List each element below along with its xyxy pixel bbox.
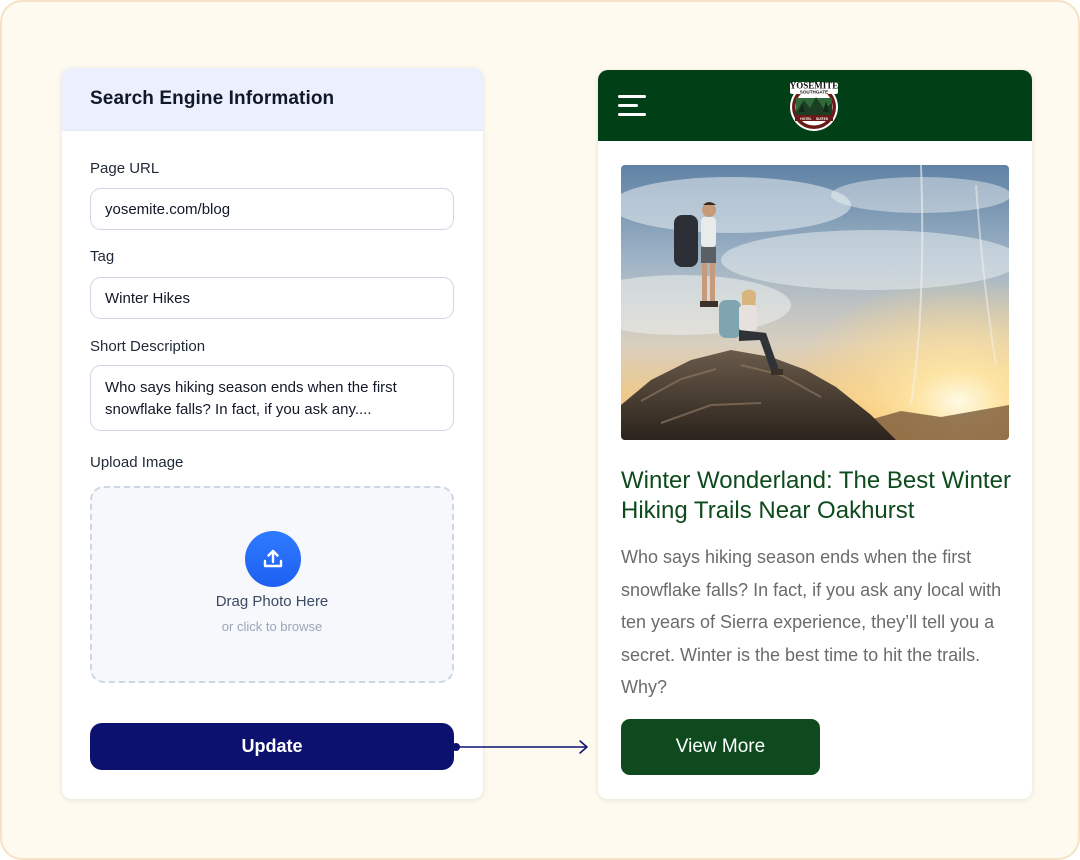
tag-value: Winter Hikes xyxy=(105,289,191,307)
logo-text-hotel: HOTEL xyxy=(800,117,812,121)
short-description-value: Who says hiking season ends when the fir… xyxy=(105,379,397,418)
update-button[interactable]: Update xyxy=(90,723,454,770)
short-description-label: Short Description xyxy=(90,338,206,355)
dropzone-subtitle[interactable]: or click to browse xyxy=(92,619,452,634)
blog-preview-card: YOSEMITE SOUTHGATE HOTEL SUITES Winter W… xyxy=(598,70,1032,799)
short-description-textarea[interactable]: Who says hiking season ends when the fir… xyxy=(90,365,454,431)
tag-input[interactable]: Winter Hikes xyxy=(90,277,454,319)
post-excerpt: Who says hiking season ends when the fir… xyxy=(621,547,1002,697)
form-title: Search Engine Information xyxy=(90,88,335,109)
post-title[interactable]: Winter Wonderland: The Best Winter Hikin… xyxy=(621,466,1016,526)
page-url-label: Page URL xyxy=(90,160,160,177)
tag-label: Tag xyxy=(90,248,115,265)
upload-arrow-glyph xyxy=(263,549,283,568)
upload-icon[interactable] xyxy=(245,531,301,587)
logo-text-southgate: SOUTHGATE xyxy=(800,90,829,95)
image-dropzone[interactable]: Drag Photo Here or click to browse xyxy=(90,486,454,683)
dropzone-title: Drag Photo Here xyxy=(215,593,329,610)
preview-navbar: YOSEMITE SOUTHGATE HOTEL SUITES xyxy=(598,70,1032,141)
page-url-value: yosemite.com/blog xyxy=(105,200,231,218)
view-more-button[interactable]: View More xyxy=(621,719,820,775)
hikers-hero-image xyxy=(621,165,1009,440)
upload-image-label: Upload Image xyxy=(90,454,184,471)
connector-arrow xyxy=(452,740,588,754)
page-url-input[interactable]: yosemite.com/blog xyxy=(90,188,454,230)
canvas-frame: Search Engine Information Page URL yosem… xyxy=(0,0,1080,860)
hamburger-menu-icon[interactable] xyxy=(618,95,648,117)
search-engine-form-card: Search Engine Information Page URL yosem… xyxy=(62,68,483,799)
yosemite-logo[interactable]: YOSEMITE SOUTHGATE HOTEL SUITES xyxy=(786,76,842,134)
logo-text-suites: SUITES xyxy=(816,117,829,121)
form-header: Search Engine Information xyxy=(62,68,483,131)
